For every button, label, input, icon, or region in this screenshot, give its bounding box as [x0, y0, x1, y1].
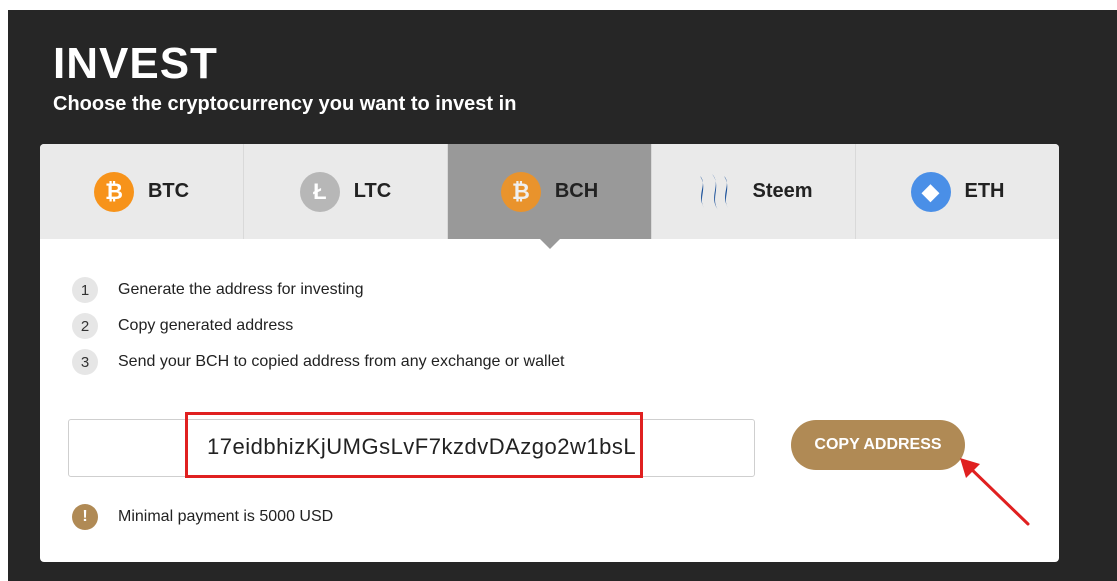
tab-label: BCH: [554, 180, 599, 202]
invest-card: ₿ BTC Ł LTC ₿ BCH Steem ◆ ETH 1 Generate…: [40, 144, 1059, 562]
step-text: Send your BCH to copied address from any…: [118, 353, 565, 370]
tab-bch[interactable]: ₿ BCH: [448, 144, 652, 249]
ethereum-icon: ◆: [910, 171, 951, 212]
warning-text: Minimal payment is 5000 USD: [118, 508, 334, 525]
bitcoin-cash-icon: ₿: [500, 171, 541, 212]
step-text: Copy generated address: [118, 317, 294, 334]
copy-address-button[interactable]: COPY ADDRESS: [791, 420, 965, 470]
step-item: 2 Copy generated address: [72, 308, 564, 344]
tab-label: BTC: [147, 180, 190, 202]
tab-eth[interactable]: ◆ ETH: [856, 144, 1059, 239]
page-title: INVEST: [53, 39, 218, 88]
tab-ltc[interactable]: Ł LTC: [244, 144, 448, 239]
red-arrow-annotation: [960, 458, 1030, 526]
page-subtitle: Choose the cryptocurrency you want to in…: [53, 93, 517, 115]
instruction-steps: 1 Generate the address for investing 2 C…: [72, 272, 564, 380]
step-number: 3: [72, 349, 98, 375]
tab-steem[interactable]: Steem: [652, 144, 856, 239]
tab-label: ETH: [964, 180, 1005, 202]
litecoin-icon: Ł: [299, 171, 340, 212]
tab-label: Steem: [752, 180, 813, 202]
minimal-payment-notice: ! Minimal payment is 5000 USD: [72, 504, 333, 530]
bitcoin-icon: ₿: [93, 171, 134, 212]
tab-label: LTC: [353, 180, 392, 202]
tab-btc[interactable]: ₿ BTC: [40, 144, 244, 239]
step-number: 2: [72, 313, 98, 339]
step-item: 1 Generate the address for investing: [72, 272, 564, 308]
warning-icon: !: [72, 504, 98, 530]
step-text: Generate the address for investing: [118, 281, 364, 298]
address-highlight-annotation: [185, 412, 643, 478]
step-number: 1: [72, 277, 98, 303]
steem-icon: [700, 173, 729, 210]
currency-tabs: ₿ BTC Ł LTC ₿ BCH Steem ◆ ETH: [40, 144, 1059, 249]
step-item: 3 Send your BCH to copied address from a…: [72, 344, 564, 380]
